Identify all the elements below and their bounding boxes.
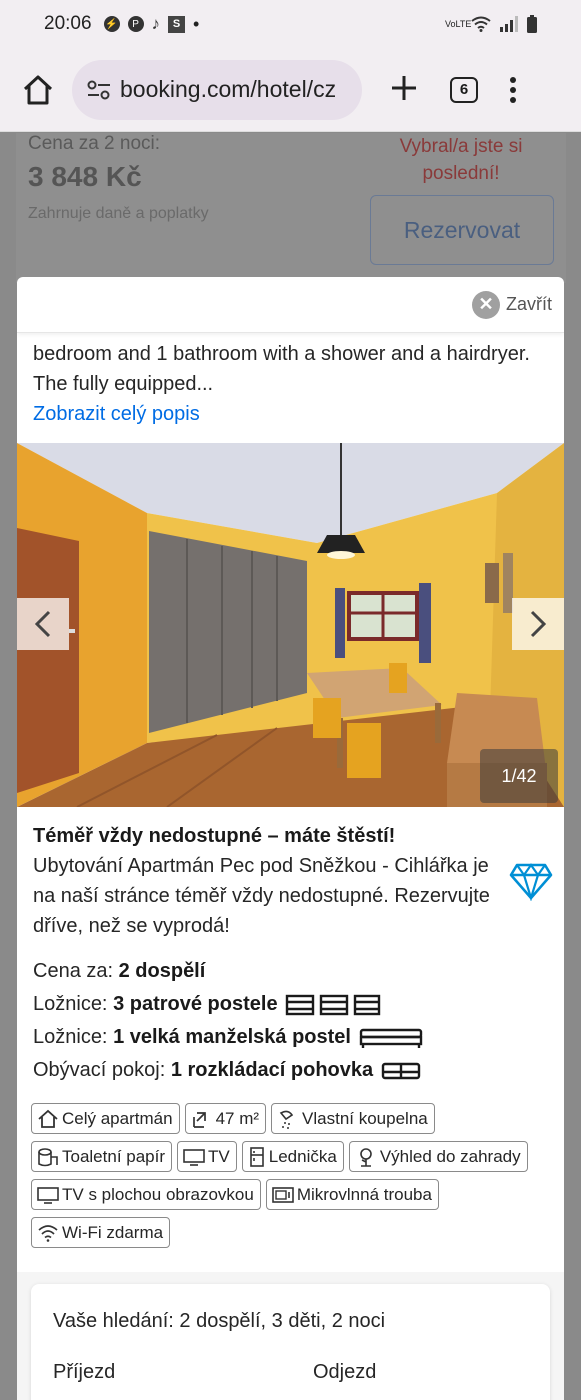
browser-menu-button[interactable]: [508, 76, 518, 103]
arrival-label: Příjezd: [53, 1361, 116, 1383]
gallery-next-button[interactable]: [512, 598, 564, 650]
facility-chip: Toaletní papír: [31, 1141, 173, 1172]
tab-switcher-button[interactable]: 6: [450, 76, 478, 103]
spec-price-for: Cena za: 2 dospělí: [33, 960, 206, 982]
gallery-counter: 1/42: [480, 749, 558, 803]
clock: 20:06: [44, 13, 92, 34]
bunk-bed-icon: [285, 994, 381, 1015]
flat-tv-icon: [37, 1186, 59, 1204]
chevron-left-icon: [35, 610, 51, 638]
price-label: Cena za 2 noci:: [28, 133, 161, 154]
description-text: bedroom and 1 bathroom with a shower and…: [33, 343, 530, 395]
diamond-icon: [509, 863, 553, 901]
facility-chip: Wi-Fi zdarma: [31, 1217, 171, 1248]
taxes-note: Zahrnuje daně a poplatky: [28, 205, 209, 222]
shower-icon: [279, 1110, 294, 1129]
facility-chip: Celý apartmán: [31, 1103, 180, 1134]
close-label: Zavřít: [505, 294, 552, 314]
messenger-icon: ⚡: [103, 16, 120, 32]
chevron-right-icon: [530, 610, 546, 638]
facility-chip: Lednička: [241, 1141, 344, 1172]
toilet-paper-icon: [38, 1147, 58, 1166]
status-bar: 20:06 ⚡ P ♪ S • VoLTE: [0, 0, 581, 48]
search-summary: Vaše hledání: 2 dospělí, 3 děti, 2 noci: [53, 1310, 386, 1332]
departure-label: Odjezd: [313, 1361, 377, 1383]
background-page: Cena za 2 noci: 3 848 Kč Zahrnuje daně a…: [16, 133, 566, 283]
property-description: bedroom and 1 bathroom with a shower and…: [17, 333, 564, 429]
close-icon: ✕: [471, 290, 500, 319]
scarcity-title: Téměř vždy nedostupné – máte štěstí!: [33, 825, 396, 847]
room-specs: Cena za: 2 dospělí Ložnice: 3 patrové po…: [33, 955, 553, 1087]
facility-chip: Mikrovlnná trouba: [265, 1179, 439, 1210]
home-button[interactable]: [18, 70, 58, 110]
wifi-icon: [471, 16, 491, 32]
system-icons: VoLTE: [445, 15, 537, 33]
spec-sofa-bed: Obývací pokoj: 1 rozkládací pohovka: [33, 1054, 553, 1087]
facility-chip: 47 m²: [184, 1103, 267, 1134]
spec-bunk-beds: Ložnice: 3 patrové postele: [33, 988, 553, 1021]
microwave-icon: [272, 1186, 294, 1203]
battery-icon: [527, 15, 537, 33]
volte-icon: VoLTE: [445, 18, 472, 29]
address-bar[interactable]: booking.com/hotel/cz: [72, 59, 362, 120]
photo-gallery[interactable]: 1/42: [17, 443, 564, 807]
modal-footer-area: Vaše hledání: 2 dospělí, 3 děti, 2 noci …: [17, 1272, 564, 1400]
pinterest-icon: P: [127, 16, 144, 32]
close-button[interactable]: ✕ Zavřít: [471, 290, 552, 319]
dot-icon: •: [193, 13, 200, 34]
url-text: booking.com/hotel/cz: [120, 76, 337, 102]
signal-icon: [500, 16, 518, 32]
facility-chip: Výhled do zahrady: [348, 1141, 528, 1172]
scarcity-text: Ubytování Apartmán Pec pod Sněžkou - Cih…: [33, 855, 490, 937]
site-settings-icon[interactable]: [86, 79, 112, 101]
gallery-prev-button[interactable]: [17, 598, 69, 650]
facility-chip: TV: [177, 1141, 237, 1172]
modal-header: ✕ Zavřít: [17, 277, 564, 333]
show-full-description-link[interactable]: Zobrazit celý popis: [33, 399, 548, 429]
tv-icon: [183, 1148, 205, 1166]
last-chance-notice: Vybral/a jste si poslední!: [399, 136, 523, 184]
s-app-icon: S: [168, 15, 186, 33]
tiktok-icon: ♪: [151, 14, 161, 33]
reserve-button[interactable]: Rezervovat: [370, 195, 554, 265]
price-value: 3 848 Kč: [28, 161, 142, 192]
search-summary-card[interactable]: Vaše hledání: 2 dospělí, 3 děti, 2 noci …: [31, 1284, 550, 1400]
browser-toolbar: booking.com/hotel/cz 6: [0, 48, 581, 132]
fridge-icon: [249, 1146, 264, 1167]
wifi-icon: [38, 1224, 58, 1242]
property-info: Téměř vždy nedostupné – máte štěstí! Uby…: [33, 821, 553, 1087]
sofa-bed-icon: [381, 1062, 420, 1079]
notification-icons: ⚡ P ♪ S •: [103, 13, 200, 35]
property-modal: ✕ Zavřít bedroom and 1 bathroom with a s…: [17, 277, 564, 1400]
facility-chip: Vlastní koupelna: [271, 1103, 435, 1134]
plus-icon: [392, 75, 416, 100]
spec-double-bed: Ložnice: 1 velká manželská postel: [33, 1021, 553, 1054]
garden-icon: [360, 1147, 372, 1167]
facilities-list: Celý apartmán 47 m² Vlastní koupelna Toa…: [31, 1103, 556, 1248]
double-bed-icon: [359, 1028, 422, 1048]
house-icon: [38, 1109, 58, 1128]
new-tab-button[interactable]: [384, 72, 424, 108]
home-icon: [23, 75, 53, 104]
date-labels: Příjezd Odjezd: [53, 1361, 528, 1384]
floor-area-icon: [192, 1111, 206, 1128]
facility-chip: TV s plochou obrazovkou: [31, 1179, 261, 1210]
